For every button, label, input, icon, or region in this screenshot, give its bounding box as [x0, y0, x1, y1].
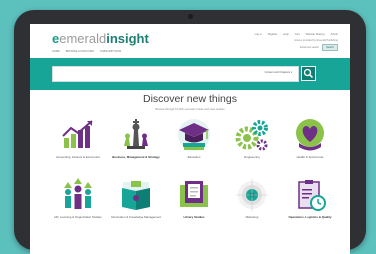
category-label: Education	[187, 155, 201, 159]
nav-browse[interactable]: BROWSE & DISCOVER	[66, 50, 94, 53]
nav-subscriptions[interactable]: SUBSCRIPTIONS	[100, 50, 121, 53]
nav-register[interactable]: Register	[268, 33, 278, 36]
tablet-frame: eemeraldinsight HOME BROWSE & DISCOVER S…	[14, 10, 366, 254]
category-label: Business, Management & Strategy	[112, 155, 160, 159]
category-information[interactable]: Information & Knowledge Management	[108, 176, 164, 220]
screen: eemeraldinsight HOME BROWSE & DISCOVER S…	[30, 24, 350, 254]
search-filter-label: Content and Chapters	[264, 71, 290, 74]
nav-admin[interactable]: Admin	[331, 33, 338, 36]
page-title: Discover new things	[143, 93, 237, 105]
search-icon	[303, 68, 314, 79]
header-search-button[interactable]: Search	[322, 44, 338, 51]
nav-login[interactable]: Log in	[255, 33, 262, 36]
category-operations[interactable]: Operations, Logistics & Quality	[282, 176, 338, 220]
books-icon	[175, 176, 213, 214]
page-subtitle: Browse through 10,000+ journals, books a…	[155, 108, 225, 111]
search-button[interactable]	[301, 66, 316, 81]
chess-icon	[117, 116, 155, 154]
category-health[interactable]: Health & Social Care	[282, 116, 338, 160]
category-label: HR, Learning & Organization Studies	[54, 215, 102, 219]
graduation-cap-icon	[175, 116, 213, 154]
category-engineering[interactable]: Engineering	[224, 116, 280, 160]
nav-cart[interactable]: Cart	[295, 33, 300, 36]
search-input[interactable]: Content and Chapters ▾	[52, 66, 299, 82]
gears-icon	[233, 116, 271, 154]
category-label: Operations, Logistics & Quality	[288, 215, 332, 219]
category-library[interactable]: Library Studies	[166, 176, 222, 220]
category-business[interactable]: Business, Management & Strategy	[108, 116, 164, 160]
sub-navigation: HOME BROWSE & DISCOVER SUBSCRIPTIONS	[52, 50, 121, 53]
book-icon	[117, 176, 155, 214]
emerald-insight-logo[interactable]: eemeraldinsight	[52, 31, 149, 46]
access-text: Access provided by Emerald Publishing	[294, 39, 338, 42]
category-label: Information & Knowledge Management	[111, 215, 161, 219]
chart-up-icon	[59, 116, 97, 154]
nav-website-sharing[interactable]: Website Sharing	[306, 33, 325, 36]
category-label: Library Studies	[183, 215, 205, 219]
nav-home[interactable]: HOME	[52, 50, 60, 53]
category-education[interactable]: Education	[166, 116, 222, 160]
top-navigation: Log in Register Help Cart Website Sharin…	[255, 33, 338, 36]
category-hr[interactable]: HR, Learning & Organization Studies	[50, 176, 106, 220]
category-label: Health & Social Care	[296, 155, 324, 159]
category-label: Engineering	[244, 155, 260, 159]
clipboard-clock-icon	[291, 176, 329, 214]
category-accounting[interactable]: Accounting, Finance & Economics	[50, 116, 106, 160]
advanced-search-link[interactable]: Advanced search	[300, 46, 319, 49]
logo-prefix: emerald	[59, 31, 107, 46]
category-label: Marketing	[245, 215, 259, 219]
target-icon	[233, 176, 271, 214]
people-icon	[59, 176, 97, 214]
search-filter-dropdown[interactable]: Content and Chapters ▾	[265, 71, 292, 74]
camera-dot	[188, 14, 193, 19]
logo-suffix: insight	[106, 31, 149, 46]
nav-help[interactable]: Help	[283, 33, 288, 36]
header-actions: Advanced search Search	[300, 44, 338, 51]
heart-hand-icon	[291, 116, 329, 154]
category-marketing[interactable]: Marketing	[224, 176, 280, 220]
category-label: Accounting, Finance & Economics	[56, 155, 100, 159]
